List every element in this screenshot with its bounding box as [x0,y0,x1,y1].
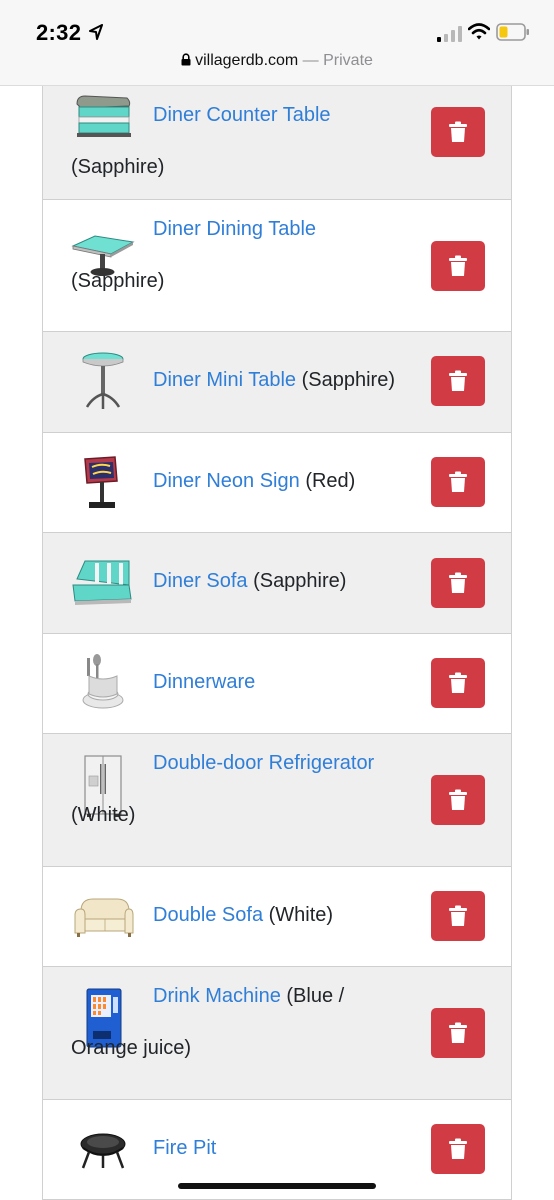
lock-icon [181,53,191,66]
furniture-list: Diner Counter Table (Sapphire) Diner Din… [42,86,512,1200]
item-label: Fire Pit [71,1135,411,1161]
item-variant: (Sapphire) [253,570,347,592]
delete-button[interactable] [431,891,485,941]
trash-icon [449,572,467,593]
delete-button[interactable] [431,775,485,825]
delete-button[interactable] [431,658,485,708]
private-mode-label: — Private [298,52,373,69]
delete-button[interactable] [431,107,485,157]
list-item: Double-door Refrigerator (White) [43,734,511,867]
clock: 2:32 [36,20,82,45]
list-item: Double Sofa (White) [43,867,511,967]
home-indicator[interactable] [178,1183,376,1189]
item-label: Diner Sofa (Sapphire) [71,568,411,594]
delete-button[interactable] [431,356,485,406]
item-link[interactable]: Diner Mini Table [153,369,296,391]
trash-icon [449,121,467,142]
item-label: Diner Mini Table (Sapphire) [71,367,411,393]
delete-button[interactable] [431,558,485,608]
item-variant: (Sapphire) [71,270,165,292]
battery-icon [496,23,529,41]
item-variant: (Sapphire) [71,156,165,178]
cellular-signal-icon [437,26,462,42]
delete-button[interactable] [431,1008,485,1058]
item-label: Double Sofa (White) [71,902,411,928]
trash-icon [449,255,467,276]
trash-icon [449,672,467,693]
trash-icon [449,1022,467,1043]
delete-button[interactable] [431,457,485,507]
item-link[interactable]: Drink Machine [153,985,281,1007]
trash-icon [449,789,467,810]
item-label: Diner Neon Sign (Red) [71,468,411,494]
item-link[interactable]: Diner Counter Table [153,104,331,126]
trash-icon [449,471,467,492]
list-item: Diner Counter Table (Sapphire) [43,86,511,200]
item-label: Double-door Refrigerator (White) [71,737,411,841]
item-link[interactable]: Fire Pit [153,1137,216,1159]
item-label: Drink Machine (Blue / Orange juice) [71,970,411,1074]
trash-icon [449,905,467,926]
item-link[interactable]: Diner Dining Table [153,218,316,240]
item-link[interactable]: Double-door Refrigerator [153,752,374,774]
delete-button[interactable] [431,1124,485,1174]
item-label: Diner Dining Table (Sapphire) [71,203,411,307]
item-variant: (White) [71,804,136,826]
list-item: Diner Neon Sign (Red) [43,433,511,533]
item-label: Diner Counter Table (Sapphire) [71,89,411,193]
list-item: Diner Mini Table (Sapphire) [43,332,511,433]
browser-status-bar: 2:32 villagerdb.com — Private [0,0,554,86]
list-item: Diner Dining Table (Sapphire) [43,200,511,332]
delete-button[interactable] [431,241,485,291]
item-link[interactable]: Diner Sofa [153,570,248,592]
item-link[interactable]: Dinnerware [153,671,255,693]
location-arrow-icon [89,24,103,40]
item-variant: (White) [268,904,334,926]
list-item: Diner Sofa (Sapphire) [43,533,511,634]
item-link[interactable]: Diner Neon Sign [153,470,300,492]
trash-icon [449,370,467,391]
address-bar[interactable]: villagerdb.com — Private [0,52,554,76]
item-link[interactable]: Double Sofa [153,904,263,926]
list-item: Dinnerware [43,634,511,734]
item-label: Dinnerware [71,669,411,695]
url-host: villagerdb.com [195,52,299,69]
item-variant: (Red) [305,470,356,492]
item-variant: (Sapphire) [301,369,395,391]
wifi-icon [468,23,490,40]
list-item: Drink Machine (Blue / Orange juice) [43,967,511,1100]
trash-icon [449,1138,467,1159]
